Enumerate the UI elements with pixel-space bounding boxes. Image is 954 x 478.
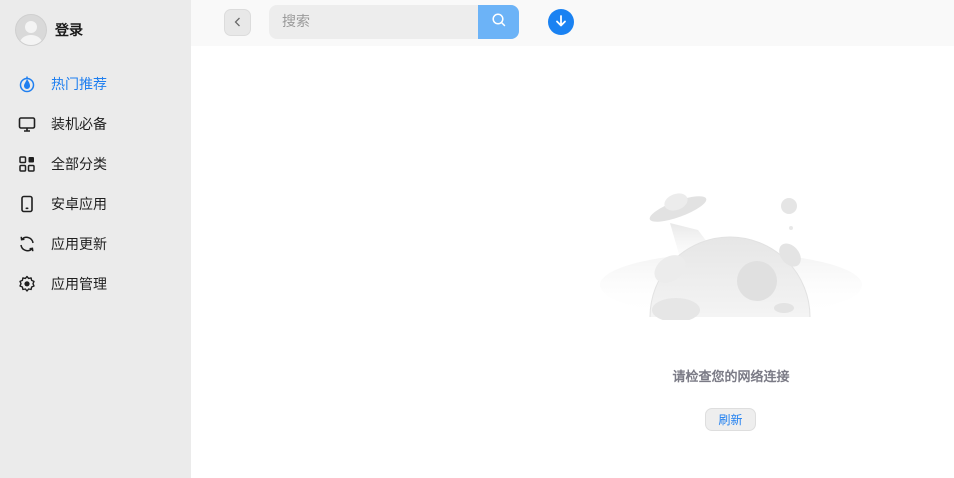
flame-icon [18, 75, 36, 93]
gear-icon [18, 275, 36, 293]
search-box [269, 5, 519, 39]
refresh-button[interactable]: 刷新 [705, 408, 756, 431]
download-button[interactable] [548, 9, 574, 35]
sidebar-item-label: 应用更新 [51, 237, 107, 253]
sidebar-item-hot[interactable]: 热门推荐 [0, 64, 191, 104]
sidebar-item-label: 应用管理 [51, 277, 107, 293]
search-button[interactable] [478, 5, 519, 39]
sidebar-item-essentials[interactable]: 装机必备 [0, 104, 191, 144]
sidebar-item-label: 热门推荐 [51, 77, 107, 93]
sidebar-item-label: 装机必备 [51, 117, 107, 133]
sidebar-item-android[interactable]: 安卓应用 [0, 184, 191, 224]
search-icon [491, 12, 507, 32]
monitor-icon [18, 115, 36, 133]
phone-icon [18, 195, 36, 213]
refresh-icon [18, 235, 36, 253]
user-login[interactable]: 登录 [15, 14, 83, 46]
sidebar-item-label: 全部分类 [51, 157, 107, 173]
sidebar-item-label: 安卓应用 [51, 197, 107, 213]
sidebar-nav: 热门推荐 装机必备 全部分类 安卓应用 应用更新 应用管理 [0, 64, 191, 304]
network-error-message: 请检查您的网络连接 [672, 370, 790, 385]
sidebar: 登录 热门推荐 装机必备 全部分类 安卓应用 应用更新 应用管理 [0, 0, 191, 478]
search-input[interactable] [269, 5, 478, 39]
sidebar-item-categories[interactable]: 全部分类 [0, 144, 191, 184]
back-button[interactable] [224, 9, 251, 36]
app-window: 登录 热门推荐 装机必备 全部分类 安卓应用 应用更新 应用管理 搜索 请检查您… [0, 0, 954, 478]
top-bar [191, 0, 954, 46]
sidebar-item-manage[interactable]: 应用管理 [0, 264, 191, 304]
login-label: 登录 [55, 23, 83, 39]
ufo-planet-illustration [600, 185, 862, 322]
download-icon [554, 13, 568, 32]
user-avatar-icon [15, 14, 47, 46]
sidebar-item-updates[interactable]: 应用更新 [0, 224, 191, 264]
chevron-left-icon [232, 13, 244, 32]
grid-icon [18, 155, 36, 173]
